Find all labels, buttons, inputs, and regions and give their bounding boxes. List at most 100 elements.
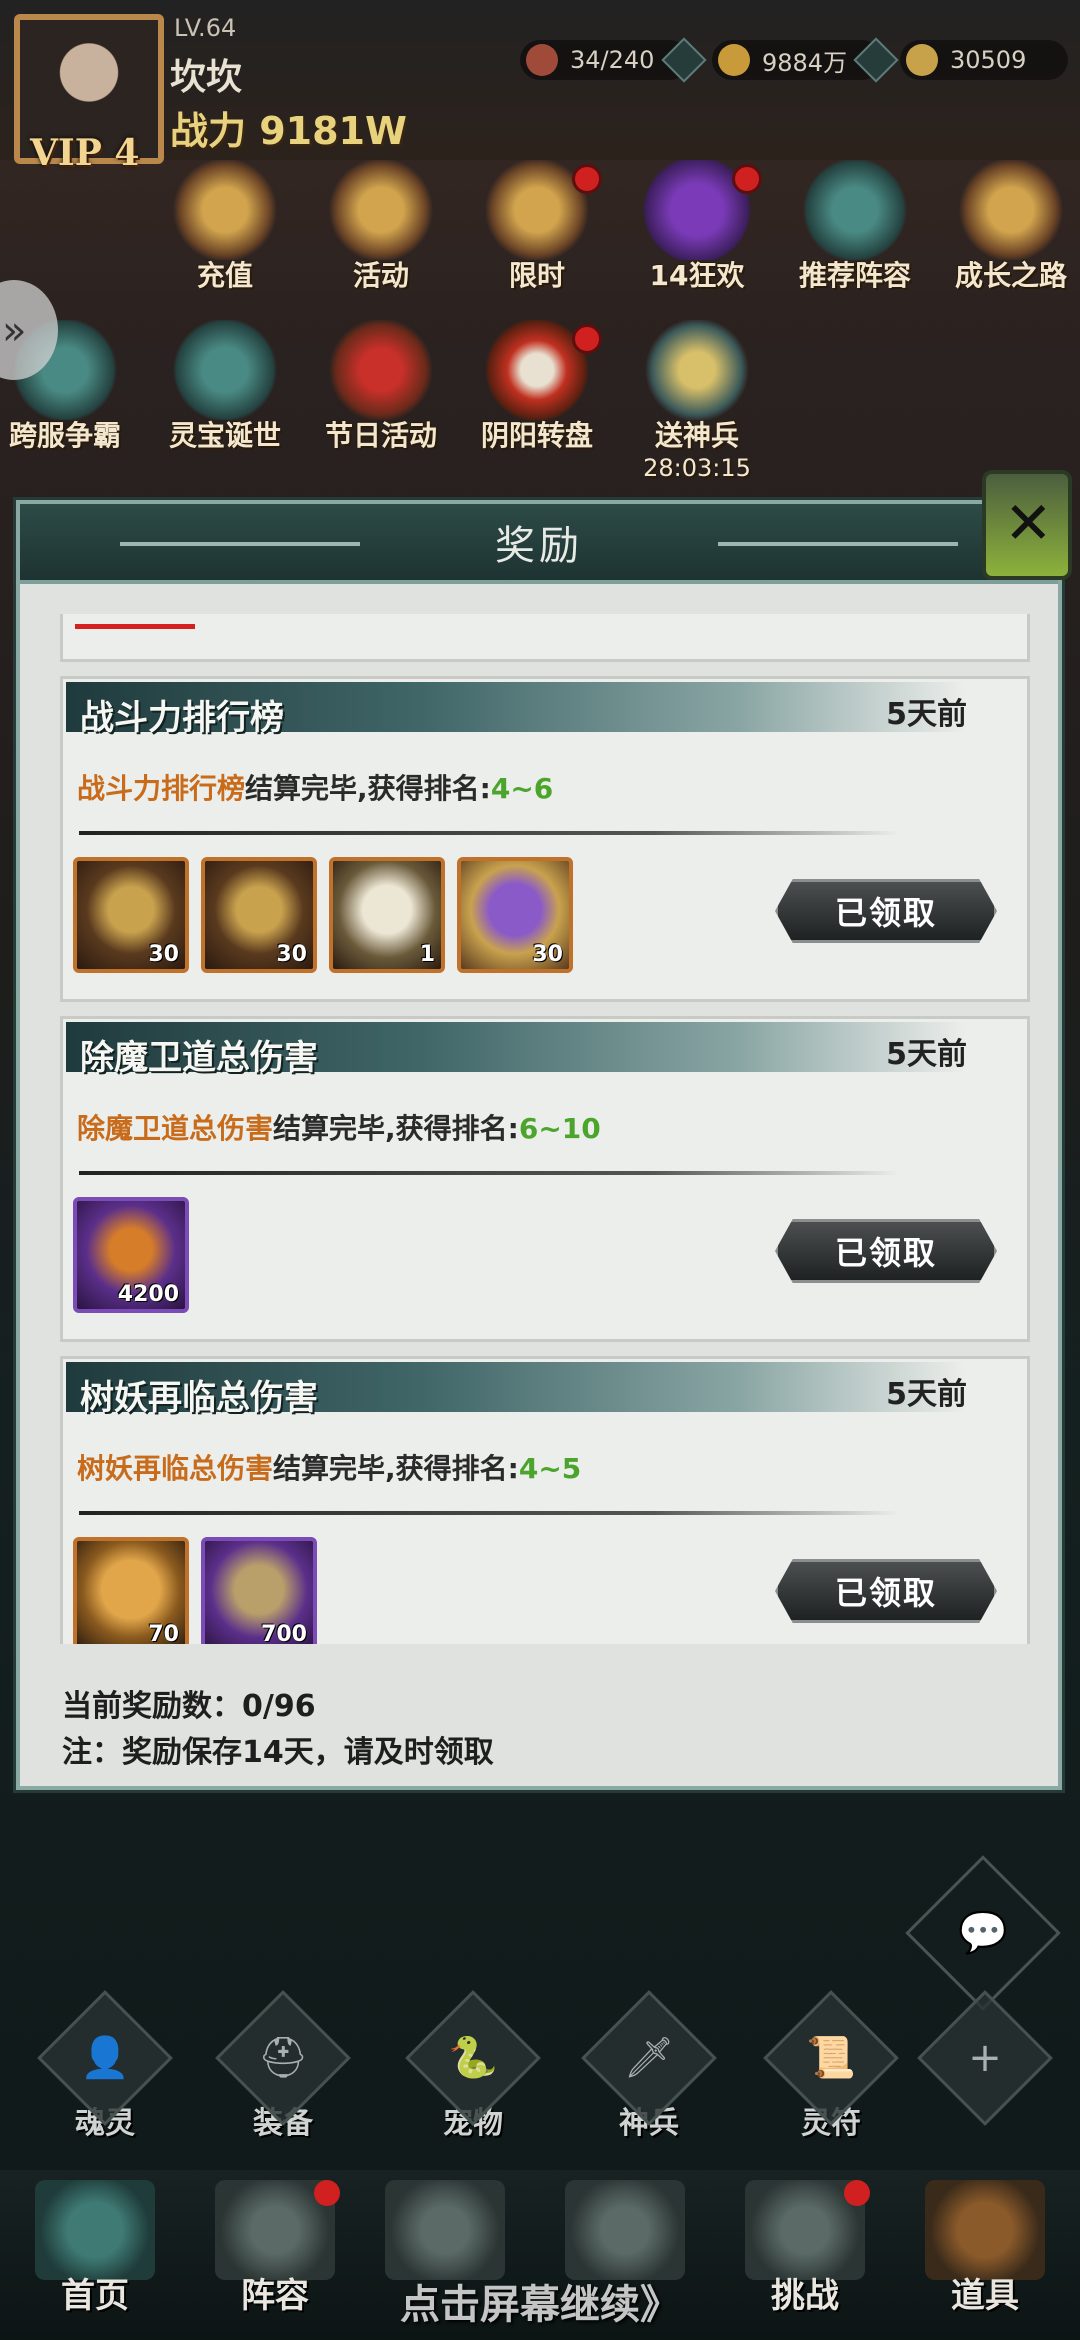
reward-note: 注：奖励保存14天，请及时领取 — [62, 1735, 494, 1770]
resource-coin: 9884万 — [712, 37, 899, 83]
activity-event[interactable]: 活动 — [306, 160, 456, 300]
card-header: 战斗力排行榜 — [66, 682, 966, 738]
activity-label: 14狂欢 — [649, 259, 745, 292]
activity-14-carnival[interactable]: 14狂欢 — [622, 160, 772, 300]
coin-icon — [718, 44, 750, 76]
purple-chest-icon[interactable]: 30 — [457, 857, 573, 973]
tool-divine-weapon[interactable]: 🗡 神兵 — [574, 1990, 724, 2141]
pet-icon: 🐍 — [448, 2035, 498, 2081]
card-title: 战斗力排行榜 — [80, 698, 284, 738]
card-header: 树妖再临总伤害 — [66, 1362, 966, 1418]
activity-recharge[interactable]: 充值 — [150, 160, 300, 300]
header-divider-right — [718, 542, 958, 546]
resource-stamina: 34/240 — [520, 37, 707, 83]
activity-weapon-gift[interactable]: 送神兵 28:03:15 — [622, 320, 772, 482]
claimed-label: 已领取 — [834, 1234, 937, 1272]
card-time: 5天前 — [886, 1037, 967, 1072]
card-description: 除魔卫道总伤害结算完毕,获得排名:6~10 — [77, 1107, 601, 1147]
ranking-name: 战斗力排行榜 — [77, 772, 246, 805]
tool-more[interactable]: + — [910, 1990, 1060, 2140]
gold-orb-icon[interactable]: 70 — [73, 1537, 189, 1644]
double-chevron-right-icon: » — [2, 308, 27, 354]
activity-yinyang-wheel[interactable]: 阴阳转盘 — [462, 320, 612, 460]
header-divider-left — [120, 542, 360, 546]
add-coin-button[interactable] — [853, 37, 899, 83]
ranking-name: 树妖再临总伤害 — [77, 1452, 274, 1485]
activity-label: 成长之路 — [954, 259, 1067, 292]
activity-label: 活动 — [352, 259, 409, 292]
weapon-gift-icon — [642, 320, 752, 420]
reward-items: 70 700 — [73, 1537, 317, 1644]
description-text: 结算完毕,获得排名: — [273, 1452, 519, 1485]
chat-icon: 💬 — [958, 1910, 1008, 1956]
activity-growth-path[interactable]: 成长之路 — [936, 160, 1080, 300]
scroll-icon[interactable]: 1 — [329, 857, 445, 973]
claimed-button[interactable]: 已领取 — [775, 1219, 997, 1283]
card-divider — [79, 1171, 899, 1175]
activity-label: 节日活动 — [324, 419, 437, 452]
description-text: 结算完毕,获得排名: — [245, 772, 491, 805]
reward-list[interactable]: 战斗力排行榜 5天前 战斗力排行榜结算完毕,获得排名:4~6 30 30 1 3… — [60, 614, 1030, 1644]
rank-value: 4~6 — [490, 772, 554, 805]
resource-value: 34/240 — [570, 46, 655, 74]
bundle-icon[interactable]: 700 — [201, 1537, 317, 1644]
reward-count: 当前奖励数：0/96 — [62, 1689, 316, 1724]
notification-dot — [732, 164, 762, 194]
close-button[interactable]: ✕ — [982, 470, 1072, 580]
activity-timer: 28:03:15 — [643, 454, 751, 482]
add-stamina-button[interactable] — [661, 37, 707, 83]
card-title: 除魔卫道总伤害 — [80, 1038, 318, 1078]
treasure-icon — [170, 320, 280, 420]
adventure-icon — [385, 2180, 505, 2280]
item-count: 30 — [276, 942, 307, 967]
activity-icon — [326, 160, 436, 260]
battle-icon — [565, 2180, 685, 2280]
rank-value: 6~10 — [518, 1112, 601, 1145]
reward-card: 除魔卫道总伤害 5天前 除魔卫道总伤害结算完毕,获得排名:6~10 4200 已… — [60, 1016, 1030, 1342]
description-text: 结算完毕,获得排名: — [273, 1112, 519, 1145]
reward-modal: 奖励 ✕ 战斗力排行榜 5天前 战斗力排行榜结算完毕,获得排名:4~6 30 3… — [16, 470, 1072, 1790]
claimed-button[interactable]: 已领取 — [775, 879, 997, 943]
notification-dot — [844, 2180, 870, 2206]
player-power: 战力 9181W — [170, 109, 407, 153]
card-time: 5天前 — [886, 697, 967, 732]
notification-dot — [314, 2180, 340, 2206]
activity-treasure-birth[interactable]: 灵宝诞世 — [150, 320, 300, 460]
tap-to-continue[interactable]: 点击屏幕继续》 — [0, 2272, 1080, 2330]
divine-weapon-icon: 🗡 — [623, 2035, 675, 2081]
activity-limited[interactable]: 限时 — [462, 160, 612, 300]
tool-pet[interactable]: 🐍 宠物 — [398, 1990, 548, 2141]
card-time: 5天前 — [886, 1377, 967, 1412]
activity-festival[interactable]: 节日活动 — [306, 320, 456, 460]
rank-value: 4~5 — [518, 1452, 582, 1485]
reward-card: 战斗力排行榜 5天前 战斗力排行榜结算完毕,获得排名:4~6 30 30 1 3… — [60, 676, 1030, 1002]
chat-button[interactable]: 💬 — [905, 1855, 1061, 2011]
activity-grid: 充值 活动 限时 14狂欢 推荐阵容 成长之路 跨服争霸 灵宝诞世 节日活动 阴… — [0, 160, 1080, 500]
tool-equipment[interactable]: ⛑ 装备 — [208, 1990, 358, 2141]
activity-label: 灵宝诞世 — [168, 419, 281, 452]
player-level: LV.64 — [174, 14, 237, 42]
item-count: 30 — [148, 942, 179, 967]
activity-label: 充值 — [196, 259, 253, 292]
stamina-icon — [526, 44, 558, 76]
recharge-icon — [170, 160, 280, 260]
claimed-label: 已领取 — [834, 894, 937, 932]
tool-talisman[interactable]: 📜 灵符 — [756, 1990, 906, 2141]
claimed-button[interactable]: 已领取 — [775, 1559, 997, 1623]
key-icon[interactable]: 30 — [201, 857, 317, 973]
tool-soul[interactable]: 👤 魂灵 — [30, 1990, 180, 2141]
reward-card: 树妖再临总伤害 5天前 树妖再临总伤害结算完毕,获得排名:4~5 70 700 … — [60, 1356, 1030, 1644]
card-description: 战斗力排行榜结算完毕,获得排名:4~6 — [77, 767, 553, 807]
equipment-icon: ⛑ — [257, 2035, 309, 2081]
festival-icon — [326, 320, 436, 420]
flame-icon[interactable]: 4200 — [73, 1197, 189, 1313]
notification-dot — [572, 164, 602, 194]
player-name: 坎坎 — [170, 57, 243, 98]
plus-icon: + — [968, 2035, 1002, 2081]
claimed-label: 已领取 — [834, 1574, 937, 1612]
treasure-chest-icon[interactable]: 30 — [73, 857, 189, 973]
item-count: 1 — [419, 942, 435, 967]
notification-dot — [572, 324, 602, 354]
bag-icon — [925, 2180, 1045, 2280]
activity-recommended-lineup[interactable]: 推荐阵容 — [780, 160, 930, 300]
